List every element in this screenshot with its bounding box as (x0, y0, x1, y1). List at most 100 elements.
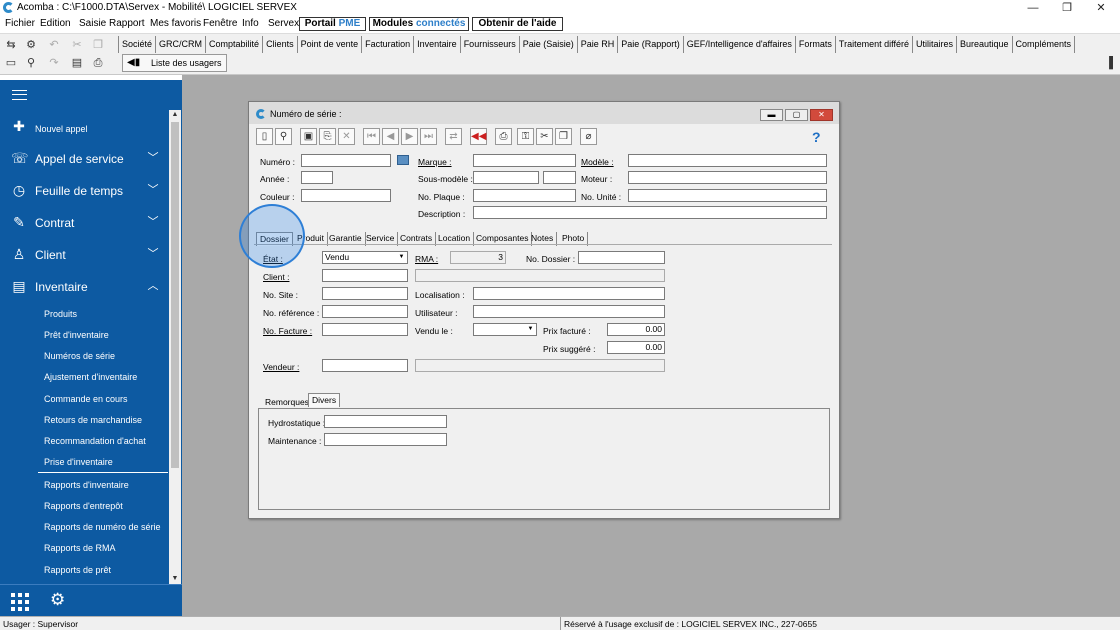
search-binoculars-icon[interactable]: ⚲ (275, 128, 292, 145)
scissors-icon[interactable]: ✂ (536, 128, 553, 145)
marque-field[interactable] (473, 154, 576, 167)
localisation-field[interactable] (473, 287, 665, 300)
save-as-icon[interactable]: ⎘ (319, 128, 336, 145)
cut-icon[interactable]: ✂ (68, 37, 86, 54)
first-record-icon[interactable]: ⏮ (363, 128, 380, 145)
module-tab-fournisseurs[interactable]: Fournisseurs (461, 36, 520, 53)
attachment-icon[interactable]: ⌀ (580, 128, 597, 145)
vendu-le-date-picker[interactable]: ▼ (473, 323, 537, 336)
lookup-icon[interactable] (397, 155, 409, 165)
redo-icon[interactable]: ↷ (45, 55, 63, 72)
marque-label[interactable]: Marque : (418, 157, 452, 168)
scroll-thumb[interactable] (171, 122, 179, 468)
sidebar-sub-rapports-pret[interactable]: Rapports de prêt (44, 564, 111, 576)
sidebar-sub-retours[interactable]: Retours de marchandise (44, 414, 142, 426)
module-tab-societe[interactable]: Société (118, 36, 157, 53)
sidebar-sub-rapports-inventaire[interactable]: Rapports d'inventaire (44, 479, 129, 491)
sidebar-item-inventaire[interactable]: ▤ Inventaire ︿ (0, 274, 168, 300)
modele-label[interactable]: Modèle : (581, 157, 614, 168)
module-tab-bureautique[interactable]: Bureautique (957, 36, 1013, 53)
module-tab-facturation[interactable]: Facturation (362, 36, 415, 53)
restore-button[interactable]: ❐ (1050, 0, 1084, 16)
sidebar-item-appel-service[interactable]: ☏ Appel de service ﹀ (0, 146, 168, 172)
no-reference-field[interactable] (322, 305, 408, 318)
menu-rapport[interactable]: Rapport (109, 17, 145, 31)
sidebar-item-contrat[interactable]: ✎ Contrat ﹀ (0, 210, 168, 236)
modele-field[interactable] (628, 154, 827, 167)
module-tab-gef[interactable]: GEF/Intelligence d'affaires (684, 36, 796, 53)
accounts-icon[interactable]: ⚙ (22, 37, 40, 54)
dialog-close-button[interactable]: ✕ (810, 109, 833, 121)
rma-label[interactable]: RMA : (415, 254, 438, 265)
chevron-down-icon[interactable]: ▼ (396, 252, 407, 263)
utilisateur-field[interactable] (473, 305, 665, 318)
print-icon[interactable]: ⎙ (89, 55, 107, 72)
close-button[interactable]: ✕ (1084, 0, 1118, 16)
minimize-button[interactable]: — (1016, 0, 1050, 16)
menu-info[interactable]: Info (242, 17, 259, 31)
dialog-maximize-button[interactable]: ▢ (785, 109, 808, 121)
no-unite-field[interactable] (628, 189, 827, 202)
save-icon[interactable]: ▣ (300, 128, 317, 145)
modules-connectes-button[interactable]: Modules connectés (369, 17, 469, 31)
next-record-icon[interactable]: ▶ (401, 128, 418, 145)
no-facture-field[interactable] (322, 323, 408, 336)
module-tab-utilitaires[interactable]: Utilitaires (913, 36, 957, 53)
module-tab-paie-rh[interactable]: Paie RH (578, 36, 619, 53)
sidebar-item-client[interactable]: ♙ Client ﹀ (0, 242, 168, 268)
module-tab-grc[interactable]: GRC/CRM (156, 36, 207, 53)
moteur-field[interactable] (628, 171, 827, 184)
description-field[interactable] (473, 206, 827, 219)
sidebar-sub-ajustement[interactable]: Ajustement d'inventaire (44, 371, 137, 383)
new-record-icon[interactable]: ▯ (256, 128, 273, 145)
sidebar-sub-produits[interactable]: Produits (44, 308, 77, 320)
open-folder-icon[interactable]: ▭ (2, 55, 20, 72)
sous-modele-field[interactable] (473, 171, 539, 184)
client-field[interactable] (322, 269, 408, 282)
client-label[interactable]: Client : (263, 272, 289, 283)
module-tab-paie-rapport[interactable]: Paie (Rapport) (618, 36, 684, 53)
annee-field[interactable] (301, 171, 333, 184)
previous-record-icon[interactable]: ◀ (382, 128, 399, 145)
print-icon[interactable]: ⎙ (495, 128, 512, 145)
hydrostatique-field[interactable] (324, 415, 447, 428)
module-tab-clients[interactable]: Clients (263, 36, 298, 53)
scroll-down-icon[interactable]: ▼ (169, 574, 181, 584)
copy-icon[interactable]: ❐ (555, 128, 572, 145)
dialog-minimize-button[interactable]: ▬ (760, 109, 783, 121)
menu-fenetre[interactable]: Fenêtre (203, 17, 237, 31)
help-icon[interactable]: ? (812, 129, 821, 145)
menu-servex[interactable]: Servex (268, 17, 299, 31)
sidebar-sub-prise-inventaire[interactable]: Prise d'inventaire (44, 456, 113, 468)
vendeur-label[interactable]: Vendeur : (263, 362, 299, 373)
sidebar-scrollbar[interactable]: ▲ ▼ (169, 110, 181, 584)
subtab-divers[interactable]: Divers (308, 393, 341, 407)
sidebar-sub-rapports-rma[interactable]: Rapports de RMA (44, 542, 116, 554)
clipboard-icon[interactable]: ▤ (68, 55, 86, 72)
vendeur-field[interactable] (322, 359, 408, 372)
menu-edition[interactable]: Edition (40, 17, 71, 31)
chevron-down-icon[interactable]: ▼ (525, 324, 536, 335)
module-tab-complements[interactable]: Compléments (1013, 36, 1076, 53)
module-tab-point-de-vente[interactable]: Point de vente (298, 36, 363, 53)
module-tab-inventaire[interactable]: Inventaire (414, 36, 461, 53)
prix-facture-field[interactable]: 0.00 (607, 323, 665, 336)
module-tab-paie-saisie[interactable]: Paie (Saisie) (520, 36, 578, 53)
maintenance-field[interactable] (324, 433, 447, 446)
key-icon[interactable]: ⚿ (517, 128, 534, 145)
module-tab-comptabilite[interactable]: Comptabilité (206, 36, 264, 53)
portail-pme-button[interactable]: Portail PME (299, 17, 366, 31)
delete-icon[interactable]: ✕ (338, 128, 355, 145)
copy-icon[interactable]: ❐ (89, 37, 107, 54)
sidebar-item-feuille-temps[interactable]: ◷ Feuille de temps ﹀ (0, 178, 168, 204)
undo-icon[interactable]: ↶ (45, 37, 63, 54)
sidebar-sub-rapports-entrepot[interactable]: Rapports d'entrepôt (44, 500, 123, 512)
sidebar-sub-numeros-serie[interactable]: Numéros de série (44, 350, 115, 362)
scroll-up-icon[interactable]: ▲ (169, 110, 181, 120)
no-plaque-field[interactable] (473, 189, 576, 202)
sidebar-item-nouvel-appel[interactable]: ✚ Nouvel appel (0, 114, 168, 140)
sous-modele-extra-field[interactable] (543, 171, 576, 184)
link-icon[interactable]: ⇄ (445, 128, 462, 145)
menu-mes-favoris[interactable]: Mes favoris (150, 17, 201, 31)
apps-grid-icon[interactable] (11, 593, 29, 611)
